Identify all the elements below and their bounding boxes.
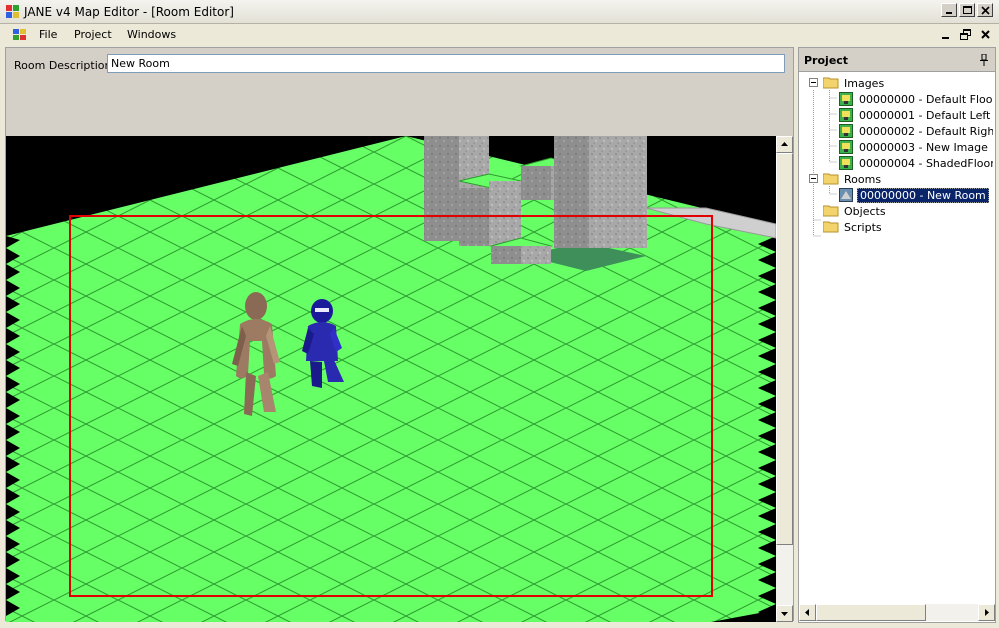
tree-label: 00000000 - Default Floor Til	[859, 93, 993, 106]
menu-windows[interactable]: Windows	[127, 28, 176, 41]
close-button[interactable]	[977, 3, 993, 17]
menu-project[interactable]: Project	[74, 28, 112, 41]
tree-item-image-3[interactable]: 00000003 - New Image	[839, 140, 990, 156]
scroll-thumb[interactable]	[776, 153, 793, 545]
minimize-button[interactable]	[941, 3, 957, 17]
tree-label: Rooms	[844, 173, 882, 186]
tree-folder-rooms[interactable]: Rooms	[823, 172, 883, 188]
folder-icon	[823, 221, 839, 233]
tree-folder-images[interactable]: Images	[823, 76, 886, 92]
tree-label-selected: 00000000 - New Room	[857, 188, 989, 203]
rooms-collapse-toggle[interactable]	[809, 174, 818, 183]
project-panel: Project Images 00000000 - Default Floor …	[798, 47, 996, 623]
tree-label: 00000004 - ShadedFloor	[859, 157, 993, 170]
room-editor-panel: Room Description New Room	[5, 47, 794, 622]
close-icon	[981, 30, 990, 39]
folder-icon	[823, 77, 839, 89]
room-icon	[839, 188, 853, 202]
isometric-map[interactable]	[6, 136, 776, 622]
minimize-icon	[942, 37, 949, 39]
project-panel-header: Project	[799, 48, 995, 72]
app-icon	[6, 5, 19, 18]
tree-label: Images	[844, 77, 885, 90]
project-tree[interactable]: Images 00000000 - Default Floor Til 0000…	[801, 76, 993, 604]
image-file-icon	[839, 108, 853, 122]
maximize-icon	[963, 6, 972, 14]
tree-label: Scripts	[844, 221, 882, 234]
mdi-minimize-button[interactable]	[939, 28, 953, 42]
minimize-icon	[946, 12, 952, 14]
maximize-button[interactable]	[959, 3, 975, 17]
image-file-icon	[839, 124, 853, 138]
project-panel-title: Project	[804, 54, 849, 67]
room-description-input[interactable]: New Room	[107, 54, 785, 73]
mdi-restore-button[interactable]	[959, 28, 973, 42]
tree-item-image-4[interactable]: 00000004 - ShadedFloor	[839, 156, 993, 172]
tree-folder-objects[interactable]: Objects	[823, 204, 888, 220]
scroll-thumb[interactable]	[816, 604, 926, 621]
folder-icon	[823, 205, 839, 217]
image-file-icon	[839, 140, 853, 154]
arrow-left-icon	[805, 609, 809, 616]
tree-label: 00000001 - Default Left Wa	[859, 109, 993, 122]
scroll-up-button[interactable]	[776, 136, 793, 153]
tree-item-image-2[interactable]: 00000002 - Default Right W	[839, 124, 993, 140]
scroll-right-button[interactable]	[978, 604, 995, 621]
mdi-close-button[interactable]	[979, 28, 993, 42]
restore-icon	[960, 29, 971, 40]
image-file-icon	[839, 156, 853, 170]
title-bar: JANE v4 Map Editor - [Room Editor]	[0, 0, 999, 24]
images-collapse-toggle[interactable]	[809, 78, 818, 87]
arrow-up-icon	[781, 142, 788, 146]
arrow-right-icon	[985, 609, 989, 616]
image-file-icon	[839, 92, 853, 106]
tree-label: Objects	[844, 205, 886, 218]
tree-item-room-0[interactable]: 00000000 - New Room	[839, 188, 989, 204]
close-icon	[981, 6, 990, 15]
project-horizontal-scrollbar[interactable]	[799, 604, 995, 621]
folder-icon	[823, 173, 839, 185]
map-vertical-scrollbar[interactable]	[776, 136, 793, 622]
scroll-left-button[interactable]	[799, 604, 816, 621]
arrow-down-icon	[781, 612, 788, 616]
scroll-down-button[interactable]	[776, 605, 793, 622]
menu-file[interactable]: File	[39, 28, 57, 41]
map-canvas[interactable]	[6, 136, 776, 622]
window-title: JANE v4 Map Editor - [Room Editor]	[24, 5, 234, 19]
room-description-label: Room Description	[14, 59, 112, 72]
tree-folder-scripts[interactable]: Scripts	[823, 220, 884, 236]
menu-bar: File Project Windows	[0, 24, 999, 46]
tree-item-image-1[interactable]: 00000001 - Default Left Wa	[839, 108, 993, 124]
tree-label: 00000002 - Default Right W	[859, 125, 993, 138]
tree-item-image-0[interactable]: 00000000 - Default Floor Til	[839, 92, 993, 108]
mdi-child-icon[interactable]	[13, 29, 27, 41]
pin-icon[interactable]	[979, 54, 989, 66]
tree-label: 00000003 - New Image	[859, 141, 988, 154]
